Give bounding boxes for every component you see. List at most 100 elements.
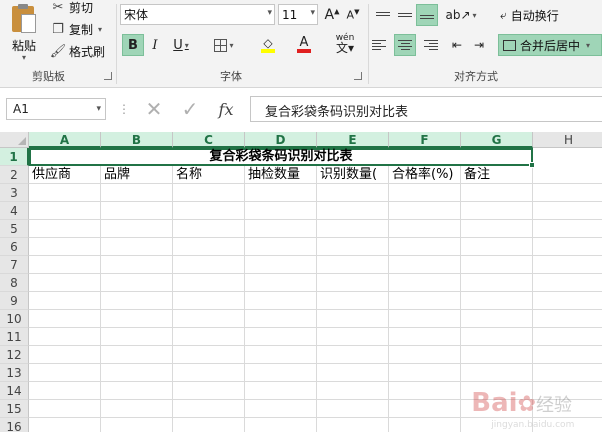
gridline [100,148,101,432]
align-right-button[interactable] [416,34,438,56]
font-size-select[interactable]: 11 ▾ [278,4,318,25]
font-name-select[interactable]: 宋体 ▾ [120,4,275,25]
column-header[interactable]: C [173,132,245,148]
chevron-down-icon[interactable]: ▾ [229,41,233,50]
italic-button[interactable]: I [146,34,164,56]
formula-bar: A1 ▾ ⋮ ✕ ✓ fx 复合彩袋条码识别对比表 [0,88,602,130]
chevron-down-icon: ▾ [267,8,272,18]
row-header[interactable]: 2 [0,166,29,184]
row-header[interactable]: 4 [0,202,29,220]
underline-icon: U [173,37,183,53]
cut-button[interactable]: ✂ 剪切 [50,0,93,17]
row-header[interactable]: 7 [0,256,29,274]
alignment-group-label: 对齐方式 [454,70,498,83]
decrease-indent-button[interactable]: ⇤ [446,34,468,56]
align-middle-button[interactable] [394,4,416,26]
align-top-button[interactable] [372,4,394,26]
row-header[interactable]: 16 [0,418,29,432]
gridline [29,237,602,238]
column-header[interactable]: E [317,132,389,148]
underline-button[interactable]: U ▾ [166,34,196,56]
gridline [29,255,602,256]
row-header[interactable]: 13 [0,364,29,382]
chevron-down-icon[interactable]: ▾ [98,25,102,34]
font-dialog-launcher-icon[interactable] [354,72,362,80]
copy-label: 复制 [69,22,94,37]
bold-button[interactable]: B [122,34,144,56]
gridline [388,148,389,432]
spreadsheet-grid[interactable]: A B C D E F G H 1 2 3 4 5 6 7 8 9 10 11 … [0,132,602,432]
row-header[interactable]: 12 [0,346,29,364]
increase-indent-button[interactable]: ⇥ [468,34,490,56]
fill-handle[interactable] [529,162,535,168]
column-header[interactable]: D [245,132,317,148]
fill-color-button[interactable]: ◇ [251,34,285,56]
row-header[interactable]: 10 [0,310,29,328]
format-painter-button[interactable]: 🖌 格式刷 [50,41,105,61]
phonetic-guide-button[interactable]: wén 文▾ [330,32,360,54]
gridline [29,309,602,310]
cell-A2[interactable]: 供应商 [30,166,101,184]
chevron-down-icon: ▾ [96,104,101,114]
column-header[interactable]: A [29,132,101,148]
select-all-button[interactable] [0,132,29,148]
cell-B2[interactable]: 品牌 [102,166,173,184]
wrap-text-button[interactable]: ⤶ 自动换行 [496,4,563,26]
column-header[interactable]: F [389,132,461,148]
borders-button[interactable]: ▾ [207,34,241,56]
cell-F2[interactable]: 合格率(%) [390,166,461,184]
gridline [29,363,602,364]
font-shrink-icon: A▼ [346,8,360,22]
cell-E2[interactable]: 识别数量( [318,166,389,184]
chevron-down-icon[interactable]: ▾ [473,11,477,20]
cell-G2[interactable]: 备注 [462,166,533,184]
scissors-icon: ✂ [52,0,64,15]
watermark-text: 经验 [536,395,572,416]
watermark-site: jingyan.baidu.com [491,420,575,430]
align-bottom-button[interactable] [416,4,438,26]
align-left-button[interactable] [372,34,394,56]
row-header[interactable]: 15 [0,400,29,418]
copy-button[interactable]: ❐ 复制 ▾ [50,19,102,39]
row-header[interactable]: 11 [0,328,29,346]
decrease-indent-icon: ⇤ [451,38,463,52]
row-header[interactable]: 9 [0,292,29,310]
italic-icon: I [152,37,158,53]
column-header[interactable]: H [533,132,602,148]
row-header[interactable]: 3 [0,184,29,202]
name-box[interactable]: A1 ▾ [6,98,106,120]
merge-center-button[interactable]: 合并后居中 ▾ [498,34,602,56]
row-header[interactable]: 5 [0,220,29,238]
row-header[interactable]: 1 [0,148,29,166]
cell-C2[interactable]: 名称 [174,166,245,184]
decrease-font-size-button[interactable]: A▼ [344,4,362,26]
cell-D2[interactable]: 抽检数量 [246,166,317,184]
font-color-button[interactable]: A [287,34,321,56]
bold-icon: B [128,37,138,53]
row-header[interactable]: 14 [0,382,29,400]
watermark-brand: Bai [471,388,518,418]
cancel-button[interactable]: ✕ [138,96,170,122]
insert-function-button[interactable]: fx [210,96,242,122]
paste-label: 粘贴 [11,39,36,53]
paste-button[interactable]: 粘贴 ▾ [4,0,44,62]
watermark: Bai✿经验 jingyan.baidu.com [471,388,574,430]
orientation-button[interactable]: ab↗ ▾ [445,4,477,26]
row-header[interactable]: 8 [0,274,29,292]
gridline [29,345,602,346]
cut-label: 剪切 [69,0,94,15]
enter-button[interactable]: ✓ [174,96,206,122]
column-header[interactable]: G [461,132,533,148]
column-header[interactable]: B [101,132,173,148]
align-center-button[interactable] [394,34,416,56]
increase-font-size-button[interactable]: A▲ [323,4,341,26]
merged-title-cell[interactable]: 复合彩袋条码识别对比表 [29,148,533,166]
row-header[interactable]: 6 [0,238,29,256]
chevron-down-icon[interactable]: ▾ [22,54,26,62]
chevron-down-icon[interactable]: ▾ [586,41,590,50]
formula-input[interactable]: 复合彩袋条码识别对比表 [250,96,602,122]
clipboard-dialog-launcher-icon[interactable] [104,72,112,80]
chevron-down-icon[interactable]: ▾ [185,41,189,50]
fx-icon: fx [218,99,234,119]
gridline [29,201,602,202]
